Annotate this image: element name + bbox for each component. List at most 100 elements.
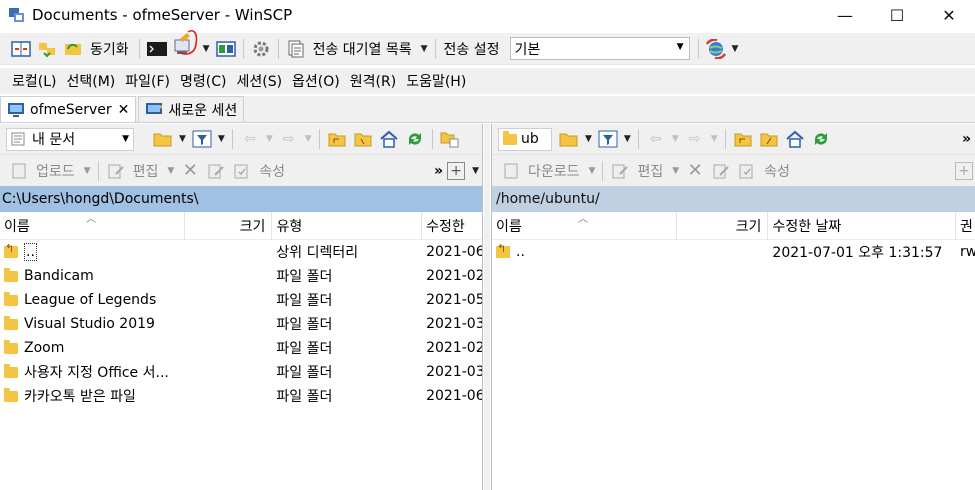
file-row[interactable]: Visual Studio 2019 파일 폴더 2021-03: [0, 312, 482, 336]
menu-local[interactable]: 로컬(L): [0, 71, 61, 91]
column-header-type[interactable]: 유형: [272, 211, 423, 240]
rename-icon[interactable]: [205, 160, 227, 182]
properties-icon[interactable]: [231, 160, 253, 182]
menu-remote[interactable]: 원격(R): [345, 71, 401, 91]
synchronize-icon[interactable]: [62, 38, 84, 60]
properties-button[interactable]: 속성: [259, 161, 285, 181]
synchronize-browsing-icon[interactable]: [36, 38, 58, 60]
synchronize-button[interactable]: 동기화: [90, 39, 129, 59]
minimize-button[interactable]: —: [819, 0, 871, 30]
back-dropdown-arrow[interactable]: ▼: [672, 134, 679, 144]
filter-icon[interactable]: [191, 128, 213, 150]
forward-arrow-icon[interactable]: ⇨: [278, 128, 300, 150]
column-header-size[interactable]: 크기: [677, 211, 769, 240]
edit-button[interactable]: 편집: [637, 161, 663, 181]
open-folder-icon[interactable]: [152, 128, 174, 150]
local-location-select[interactable]: 내 문서 ▼: [6, 127, 134, 151]
root-directory-icon[interactable]: [758, 128, 780, 150]
upload-dropdown-arrow[interactable]: ▼: [84, 166, 91, 176]
edit-dropdown-arrow[interactable]: ▼: [167, 166, 174, 176]
preferences-gear-icon[interactable]: [250, 38, 272, 60]
local-path-bar[interactable]: C:\Users\hongd\Documents\: [0, 186, 482, 212]
more-tools-chevron[interactable]: »: [434, 163, 443, 179]
new-item-dropdown-arrow[interactable]: ▼: [472, 166, 479, 176]
find-files-icon[interactable]: [439, 128, 461, 150]
menu-options[interactable]: 옵션(O): [287, 71, 345, 91]
toolbar-separator: [637, 129, 639, 149]
transfer-queue-button[interactable]: 전송 대기열 목록: [313, 39, 412, 59]
refresh-icon[interactable]: [810, 128, 832, 150]
file-row[interactable]: Bandicam 파일 폴더 2021-02: [0, 264, 482, 288]
tab-new-session[interactable]: 새로운 세션: [138, 96, 245, 122]
file-row[interactable]: 사용자 지정 Office 서... 파일 폴더 2021-03: [0, 360, 482, 384]
column-header-size[interactable]: 크기: [185, 211, 273, 240]
queue-dropdown-arrow[interactable]: ▼: [421, 44, 428, 54]
parent-directory-icon[interactable]: [732, 128, 754, 150]
open-terminal-icon[interactable]: [146, 38, 168, 60]
rename-icon[interactable]: [710, 160, 732, 182]
session-tab-icon[interactable]: [215, 38, 237, 60]
column-header-modified[interactable]: 수정한: [422, 212, 482, 240]
download-dropdown-arrow[interactable]: ▼: [589, 166, 596, 176]
edit-dropdown-arrow[interactable]: ▼: [672, 166, 679, 176]
column-header-modified[interactable]: 수정한 날짜: [768, 211, 957, 240]
file-row-parent[interactable]: .. 상위 디렉터리 2021-06: [0, 240, 482, 264]
forward-dropdown-arrow[interactable]: ▼: [305, 134, 312, 144]
file-row-parent[interactable]: .. 2021-07-01 오후 1:31:57 rw: [492, 240, 975, 264]
file-modified: 2021-03: [426, 316, 482, 332]
menu-mark[interactable]: 선택(M): [61, 71, 120, 91]
filter-dropdown-arrow[interactable]: ▼: [624, 134, 631, 144]
delete-icon[interactable]: ✕: [179, 160, 201, 182]
home-icon[interactable]: [378, 128, 400, 150]
home-icon[interactable]: [784, 128, 806, 150]
file-row[interactable]: 카카오톡 받은 파일 파일 폴더 2021-06: [0, 384, 482, 408]
putty-dropdown-arrow[interactable]: ▼: [203, 44, 210, 54]
root-directory-icon[interactable]: [352, 128, 374, 150]
open-folder-dropdown-arrow[interactable]: ▼: [179, 134, 186, 144]
remote-location-select[interactable]: ub: [498, 127, 552, 151]
forward-arrow-icon[interactable]: ⇨: [684, 128, 706, 150]
edit-icon[interactable]: [105, 160, 127, 182]
back-arrow-icon[interactable]: ⇦: [645, 128, 667, 150]
transfer-preset-select[interactable]: 기본 ▼: [509, 37, 690, 60]
download-button[interactable]: 다운로드: [528, 161, 580, 181]
more-tools-chevron[interactable]: »: [962, 131, 971, 147]
download-icon[interactable]: [500, 160, 522, 182]
delete-icon[interactable]: ✕: [684, 160, 706, 182]
remote-path-bar[interactable]: /home/ubuntu/: [492, 186, 975, 212]
back-arrow-icon[interactable]: ⇦: [239, 128, 261, 150]
properties-icon[interactable]: [736, 160, 758, 182]
edit-icon[interactable]: [609, 160, 631, 182]
open-folder-icon[interactable]: [558, 128, 580, 150]
column-header-rights[interactable]: 권: [956, 212, 975, 240]
properties-button[interactable]: 속성: [764, 161, 790, 181]
file-row[interactable]: Zoom 파일 폴더 2021-02: [0, 336, 482, 360]
back-dropdown-arrow[interactable]: ▼: [266, 134, 273, 144]
refresh-icon[interactable]: [404, 128, 426, 150]
new-item-plus-icon[interactable]: +: [447, 161, 466, 180]
menu-help[interactable]: 도움말(H): [401, 71, 471, 91]
forward-dropdown-arrow[interactable]: ▼: [711, 134, 718, 144]
new-item-plus-icon[interactable]: +: [955, 161, 973, 180]
upload-icon[interactable]: [8, 160, 30, 182]
filter-icon[interactable]: [597, 128, 619, 150]
panel-splitter[interactable]: [484, 124, 490, 490]
menu-files[interactable]: 파일(F): [120, 71, 175, 91]
menu-session[interactable]: 세션(S): [231, 71, 287, 91]
parent-directory-icon[interactable]: [326, 128, 348, 150]
maximize-button[interactable]: ☐: [871, 0, 923, 30]
file-row[interactable]: League of Legends 파일 폴더 2021-05: [0, 288, 482, 312]
compare-directories-icon[interactable]: [10, 38, 32, 60]
reconnect-dropdown-arrow[interactable]: ▼: [732, 44, 739, 54]
filter-dropdown-arrow[interactable]: ▼: [218, 134, 225, 144]
putty-icon[interactable]: [172, 29, 198, 60]
close-window-button[interactable]: ✕: [923, 0, 975, 30]
open-folder-dropdown-arrow[interactable]: ▼: [585, 134, 592, 144]
tab-ofmeserver[interactable]: ofmeServer ✕: [0, 96, 137, 122]
close-tab-icon[interactable]: ✕: [118, 102, 130, 118]
reconnect-globe-icon[interactable]: [705, 38, 727, 60]
menu-commands[interactable]: 명령(C): [175, 71, 231, 91]
queue-list-icon[interactable]: [285, 38, 307, 60]
upload-button[interactable]: 업로드: [36, 161, 75, 181]
edit-button[interactable]: 편집: [133, 161, 159, 181]
